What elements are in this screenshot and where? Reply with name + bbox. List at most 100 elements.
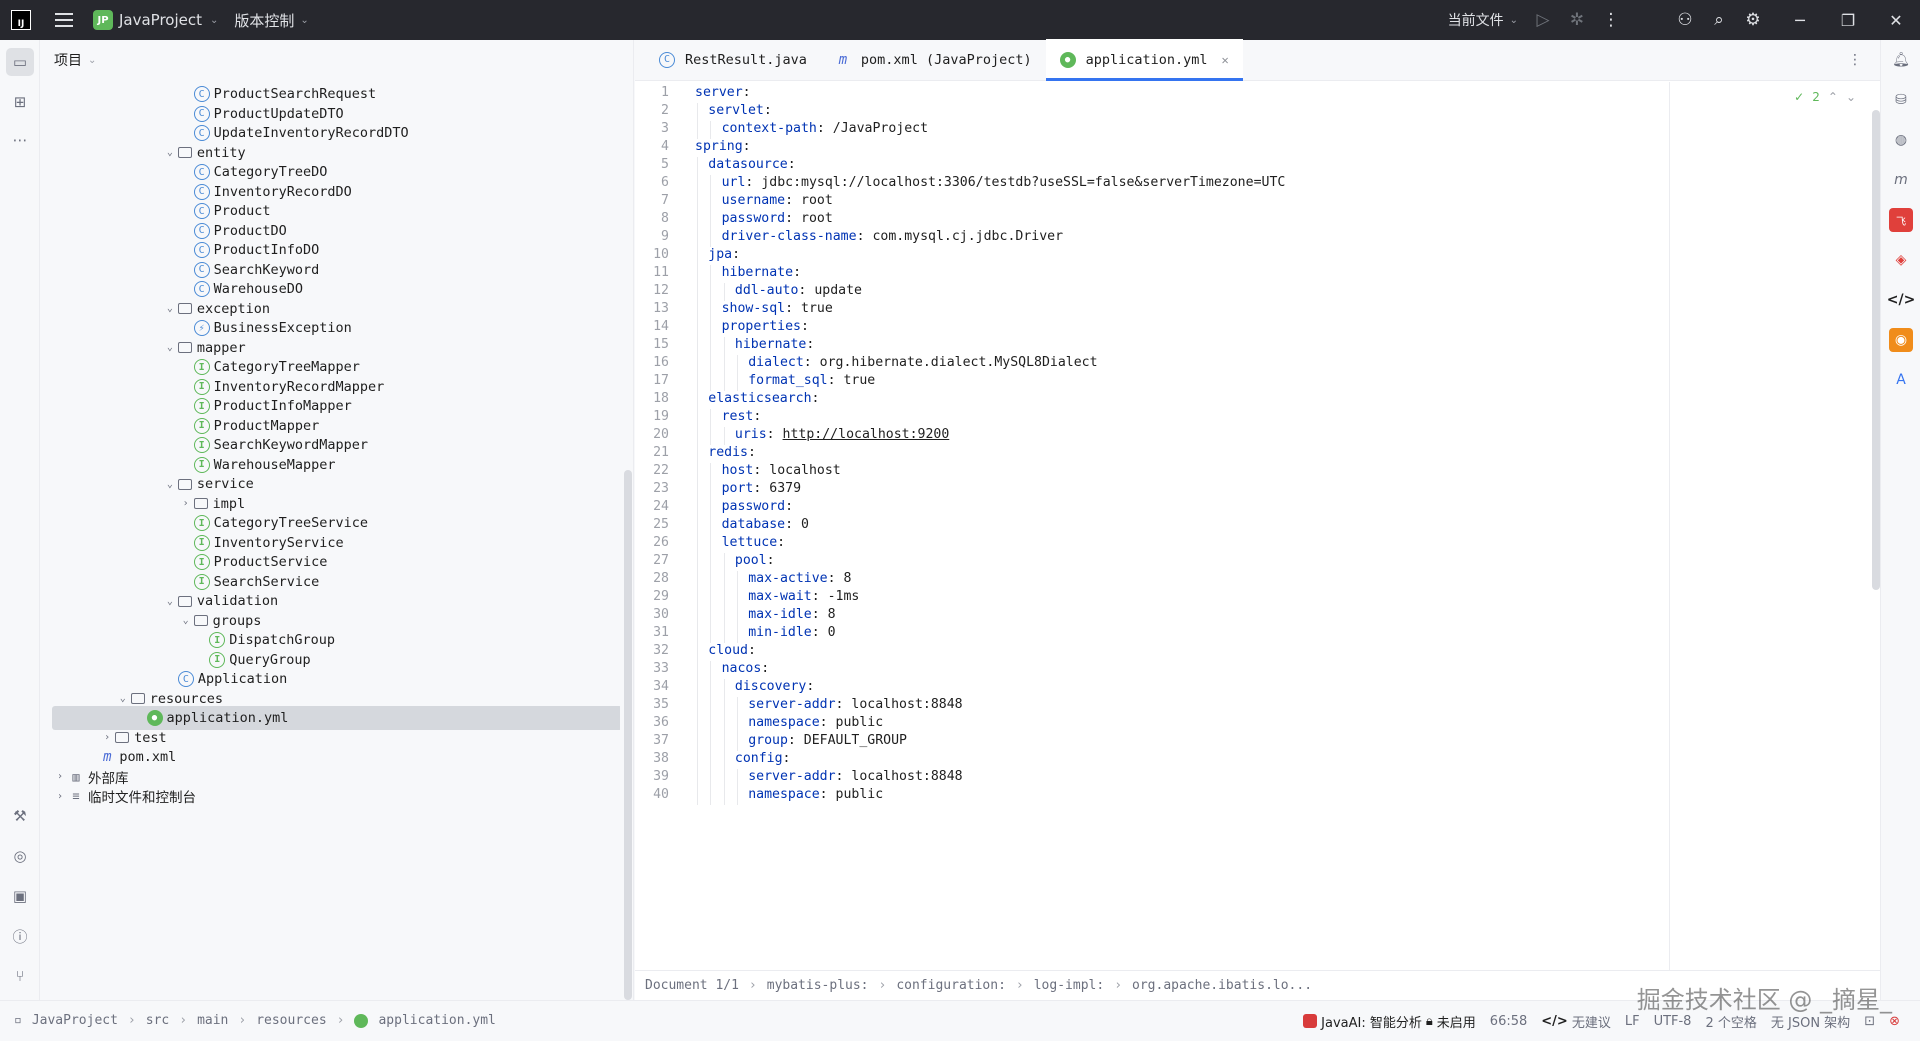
line-number: 6 [661,175,669,190]
javaai-label: JavaAI: 智能分析 [1321,1015,1422,1031]
tree-item-label: InventoryService [213,534,344,551]
endpoints-globe-icon[interactable]: ◍ [1889,128,1913,152]
folder-icon [177,478,192,490]
chevron-right-icon[interactable]: › [52,791,68,802]
notifications-bell-icon[interactable]: 🔔︎ [1889,48,1913,72]
search-icon[interactable]: ⌕ [1702,0,1736,40]
yaml-key: driver-class-name [721,229,857,244]
code-line: server-addr: localhost:8848 [748,769,963,784]
indent-guide [736,697,738,715]
breadcrumb-item[interactable]: configuration: [896,978,1006,993]
maven-icon: m [838,51,848,68]
problems-icon[interactable]: ⓘ [6,922,34,950]
more-actions-icon[interactable]: ⋮ [1594,0,1628,40]
intellij-logo-icon[interactable]: IJ [11,10,31,30]
project-panel-header[interactable]: 项目 ⌄ [40,40,633,80]
lock-file-icon[interactable]: ⊡ [1864,1014,1875,1029]
run-config-selector[interactable]: 当前文件 ⌄ [1448,10,1518,30]
project-folder-icon[interactable]: ▭ [6,48,34,76]
indent-guide [710,175,712,193]
chevron-down-icon[interactable]: ⌄ [178,615,194,626]
breadcrumb-item[interactable]: org.apache.ibatis.lo... [1132,978,1312,993]
code-ai-icon[interactable]: </> [1887,288,1916,312]
project-switcher[interactable]: JP JavaProject ⌄ [93,10,218,30]
tree-item-label: 临时文件和控制台 [88,790,196,806]
javaai-state: 未启用 [1436,1015,1476,1031]
chevron-down-icon[interactable]: ⌄ [162,342,178,353]
services-icon[interactable]: ◎ [6,842,34,870]
translate-icon[interactable]: A [1889,368,1913,392]
maven-icon[interactable]: m [1889,168,1913,192]
javaai-status[interactable]: JavaAI: 智能分析 🔒︎ 未启用 [1303,1012,1476,1031]
chevron-down-icon[interactable]: ⌄ [162,147,178,158]
debug-icon[interactable]: ✲ [1560,0,1594,40]
class-icon: C [193,164,210,180]
build-hammer-icon[interactable]: ⚒ [6,802,34,830]
ai-suggestion-status[interactable]: </> 无建议 [1541,1012,1611,1031]
indent-guide [710,121,712,139]
chevron-down-icon: ⌄ [88,54,97,66]
restore-button[interactable]: ❐ [1824,0,1872,40]
close-tab-icon[interactable]: ✕ [1222,53,1229,67]
code-line: dialect: org.hibernate.dialect.MySQL8Dia… [748,355,1098,370]
close-window-button[interactable]: ✕ [1872,0,1920,40]
project-tree-scrollbar[interactable] [624,470,632,1000]
tab-restresult[interactable]: C RestResult.java [645,39,821,80]
orange-plugin-icon[interactable]: ◉ [1889,328,1913,352]
indent-guide [723,571,725,589]
tab-options-icon[interactable]: ⋮ [1848,52,1862,68]
breadcrumb-item[interactable]: Document 1/1 [645,978,739,993]
indent-guide [697,373,698,391]
indent-guide [710,697,712,715]
run-icon[interactable]: ▷ [1526,0,1560,40]
tab-pom[interactable]: m pom.xml (JavaProject) [821,39,1046,80]
line-number: 37 [653,733,669,748]
status-path-item[interactable]: src [146,1013,169,1028]
line-separator[interactable]: LF [1625,1014,1640,1029]
tree-item[interactable]: › ≡ 临时文件和控制台 [52,784,620,808]
feishu-plugin-icon[interactable]: 飞 [1889,208,1913,232]
cube-plugin-icon[interactable]: ◈ [1889,248,1913,272]
settings-gear-icon[interactable]: ⚙ [1736,0,1770,40]
chevron-down-icon[interactable]: ⌄ [162,596,178,607]
terminal-icon[interactable]: ▣ [6,882,34,910]
minimize-button[interactable]: ─ [1776,0,1824,40]
chevron-down-icon[interactable]: ⌄ [115,693,131,704]
status-path-item[interactable]: JavaProject [32,1013,118,1028]
status-path-item[interactable]: resources [256,1013,326,1028]
chevron-right-icon[interactable]: › [178,498,194,509]
chevron-down-icon[interactable]: ⌄ [162,479,178,490]
line-number: 40 [653,787,669,802]
main-menu-icon[interactable] [55,13,73,27]
vcs-menu[interactable]: 版本控制 ⌄ [234,10,308,31]
indent-guide [723,283,725,301]
chevron-right-icon[interactable]: › [99,732,115,743]
breadcrumb-item[interactable]: mybatis-plus: [767,978,869,993]
indent-guide [697,409,698,427]
code-line: database: 0 [721,517,809,532]
suggestion-label: 无建议 [1571,1015,1611,1031]
file-encoding[interactable]: UTF-8 [1654,1014,1692,1029]
structure-icon[interactable]: ⊞ [6,88,34,116]
breadcrumb-item[interactable]: log-impl: [1034,978,1104,993]
yaml-key: url [721,175,746,190]
git-branch-icon[interactable]: ⑂ [6,962,34,990]
status-path-item[interactable]: application.yml [378,1013,495,1028]
editor-scrollbar[interactable] [1872,110,1880,590]
chevron-down-icon[interactable]: ⌄ [162,303,178,314]
database-icon[interactable]: ⛁ [1889,88,1913,112]
code-line: properties: [721,319,809,334]
add-user-icon[interactable]: ⚇ [1668,0,1702,40]
tree-item-label: SearchService [213,573,320,590]
project-name: JavaProject [119,11,203,29]
chevron-right-icon[interactable]: › [52,771,68,782]
indent-guide [723,373,725,391]
code-editor[interactable]: 1 server: 2 servlet: 3 context-path: /JavaPro… [635,82,1880,970]
tab-application-yml[interactable]: ● application.yml ✕ [1045,39,1243,81]
caret-position[interactable]: 66:58 [1490,1014,1527,1029]
more-tools-icon[interactable]: ⋯ [6,126,34,154]
error-indicator-icon[interactable]: ⊗ [1889,1014,1900,1029]
status-path-item[interactable]: main [197,1013,228,1028]
chevron-right-icon: › [878,978,887,993]
url-link[interactable]: http://localhost:9200 [783,427,950,442]
